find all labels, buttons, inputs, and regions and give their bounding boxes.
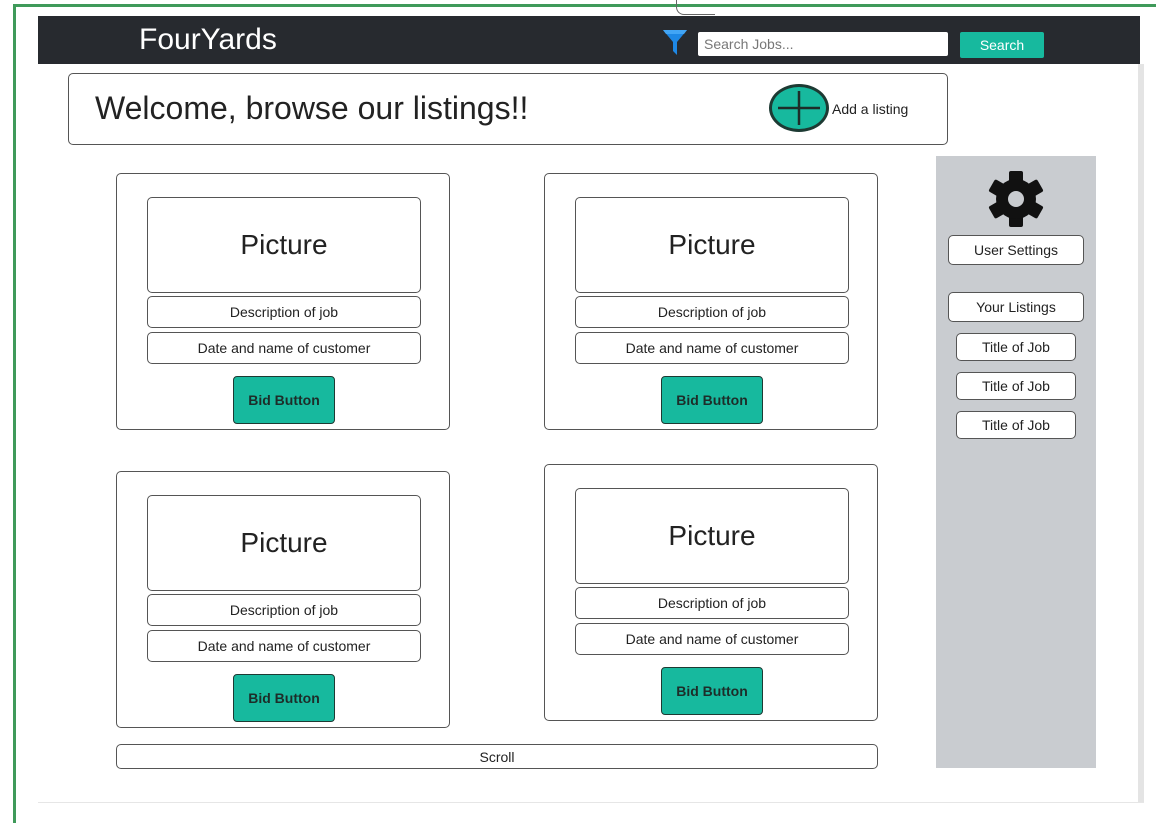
search-input[interactable]	[698, 32, 948, 56]
plus-circle-icon	[778, 91, 820, 125]
add-listing-label[interactable]: Add a listing	[832, 101, 908, 117]
your-listings-button[interactable]: Your Listings	[948, 292, 1084, 322]
listing-card: Picture Description of job Date and name…	[544, 173, 878, 430]
listing-card: Picture Description of job Date and name…	[116, 173, 450, 430]
outer-frame-left	[13, 4, 16, 823]
add-listing-button[interactable]	[769, 84, 829, 132]
brand-logo[interactable]: FourYards	[139, 23, 277, 57]
listing-picture: Picture	[575, 488, 849, 584]
user-settings-button[interactable]: User Settings	[948, 235, 1084, 265]
right-edge-strip	[1138, 64, 1144, 802]
bid-button[interactable]: Bid Button	[233, 376, 335, 424]
sidebar-job-item[interactable]: Title of Job	[956, 411, 1076, 439]
search-button[interactable]: Search	[960, 32, 1044, 58]
outer-frame-top	[13, 4, 1156, 7]
listing-picture: Picture	[575, 197, 849, 293]
connector-line	[676, 0, 715, 15]
listing-card: Picture Description of job Date and name…	[544, 464, 878, 721]
listing-date-customer: Date and name of customer	[575, 332, 849, 364]
filter-funnel-icon[interactable]	[662, 28, 688, 56]
bid-button[interactable]: Bid Button	[233, 674, 335, 722]
top-nav-bar: FourYards Search	[38, 16, 1140, 64]
listing-description: Description of job	[147, 594, 421, 626]
bottom-divider	[38, 802, 1144, 803]
listing-card: Picture Description of job Date and name…	[116, 471, 450, 728]
listing-picture: Picture	[147, 495, 421, 591]
sidebar-job-item[interactable]: Title of Job	[956, 333, 1076, 361]
sidebar: User Settings Your Listings Title of Job…	[936, 156, 1096, 768]
listing-date-customer: Date and name of customer	[575, 623, 849, 655]
sidebar-job-item[interactable]: Title of Job	[956, 372, 1076, 400]
bid-button[interactable]: Bid Button	[661, 376, 763, 424]
listing-description: Description of job	[147, 296, 421, 328]
listing-date-customer: Date and name of customer	[147, 630, 421, 662]
welcome-banner: Welcome, browse our listings!! Add a lis…	[68, 73, 948, 145]
bid-button[interactable]: Bid Button	[661, 667, 763, 715]
gear-icon[interactable]	[984, 169, 1048, 229]
listing-description: Description of job	[575, 296, 849, 328]
scroll-bar[interactable]: Scroll	[116, 744, 878, 769]
listing-picture: Picture	[147, 197, 421, 293]
page-title: Welcome, browse our listings!!	[95, 90, 529, 126]
listing-description: Description of job	[575, 587, 849, 619]
listing-date-customer: Date and name of customer	[147, 332, 421, 364]
